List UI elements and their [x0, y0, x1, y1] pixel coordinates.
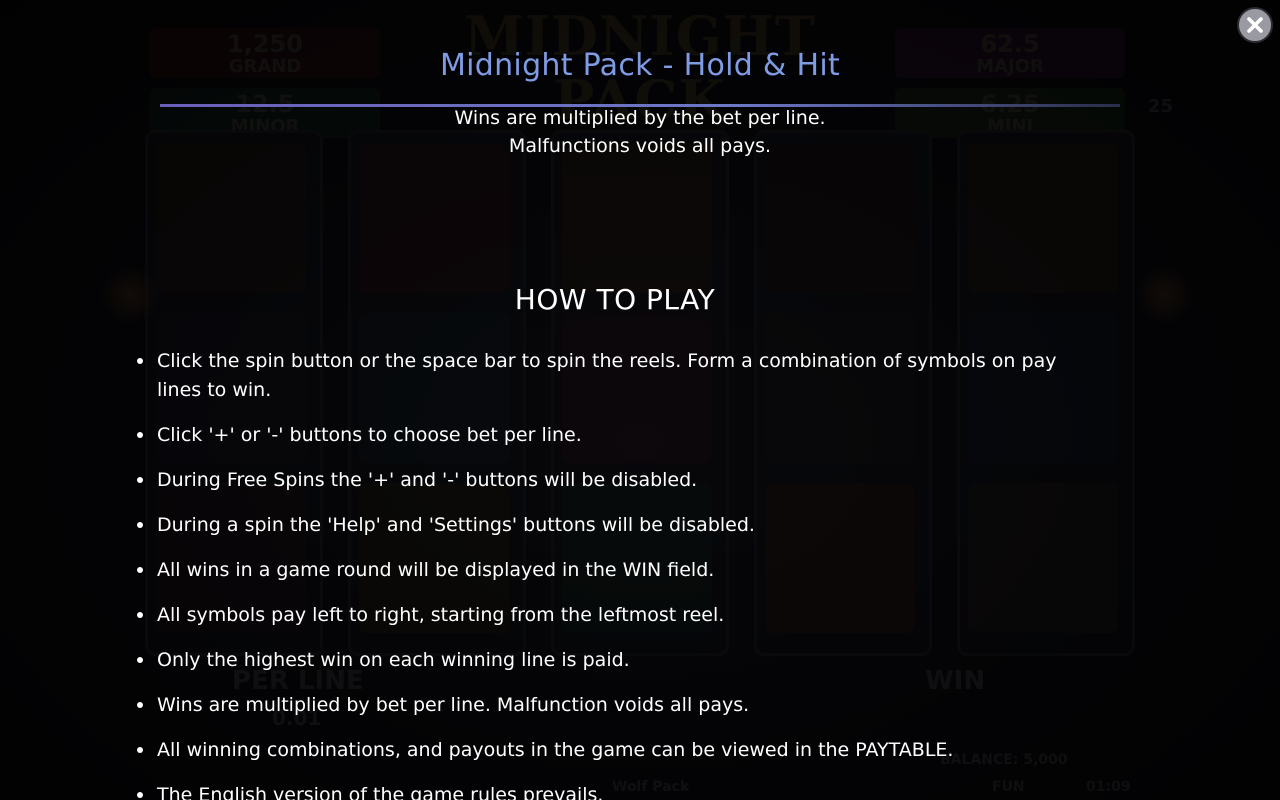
rule-item: Only the highest win on each winning lin… — [137, 646, 1077, 675]
bullet-icon — [137, 792, 143, 798]
bullet-icon — [137, 747, 143, 753]
rule-item: Click the spin button or the space bar t… — [137, 347, 1077, 405]
help-intro: Wins are multiplied by the bet per line.… — [0, 104, 1280, 160]
bullet-icon — [137, 612, 143, 618]
rule-text: The English version of the game rules pr… — [157, 784, 604, 800]
bullet-icon — [137, 522, 143, 528]
rule-text: Click '+' or '-' buttons to choose bet p… — [157, 424, 582, 446]
bullet-icon — [137, 477, 143, 483]
rule-item: The English version of the game rules pr… — [137, 781, 1077, 800]
intro-line: Malfunctions voids all pays. — [508, 135, 772, 157]
rules-list: Click the spin button or the space bar t… — [137, 347, 1077, 800]
bullet-icon — [137, 432, 143, 438]
help-title: Midnight Pack - Hold & Hit — [439, 48, 841, 83]
close-button[interactable] — [1237, 7, 1273, 43]
rule-text: During Free Spins the '+' and '-' button… — [157, 469, 698, 491]
rule-item: All wins in a game round will be display… — [137, 556, 1077, 585]
rule-item: During Free Spins the '+' and '-' button… — [137, 466, 1077, 495]
bullet-icon — [137, 567, 143, 573]
rule-item: All winning combinations, and payouts in… — [137, 736, 1077, 765]
bullet-icon — [137, 358, 143, 364]
rule-item: Wins are multiplied by bet per line. Mal… — [137, 691, 1077, 720]
rule-text: All wins in a game round will be display… — [157, 559, 715, 581]
rule-text: Wins are multiplied by bet per line. Mal… — [157, 694, 750, 716]
game-screen: MIDNIGHT PACK 1,250 GRAND 62.5 MAJOR 12.… — [0, 0, 1280, 800]
intro-line: Wins are multiplied by the bet per line. — [454, 107, 826, 129]
rule-item: Click '+' or '-' buttons to choose bet p… — [137, 421, 1077, 450]
how-to-play-heading: HOW TO PLAY — [514, 283, 716, 316]
bullet-icon — [137, 702, 143, 708]
rule-text: During a spin the 'Help' and 'Settings' … — [157, 514, 755, 536]
rule-text: All symbols pay left to right, starting … — [157, 604, 725, 626]
rule-item: During a spin the 'Help' and 'Settings' … — [137, 511, 1077, 540]
bullet-icon — [137, 657, 143, 663]
rule-text: All winning combinations, and payouts in… — [157, 739, 954, 761]
rule-text: Only the highest win on each winning lin… — [157, 649, 630, 671]
rule-item: All symbols pay left to right, starting … — [137, 601, 1077, 630]
rule-text: Click the spin button or the space bar t… — [157, 350, 1057, 401]
close-icon — [1247, 17, 1263, 33]
